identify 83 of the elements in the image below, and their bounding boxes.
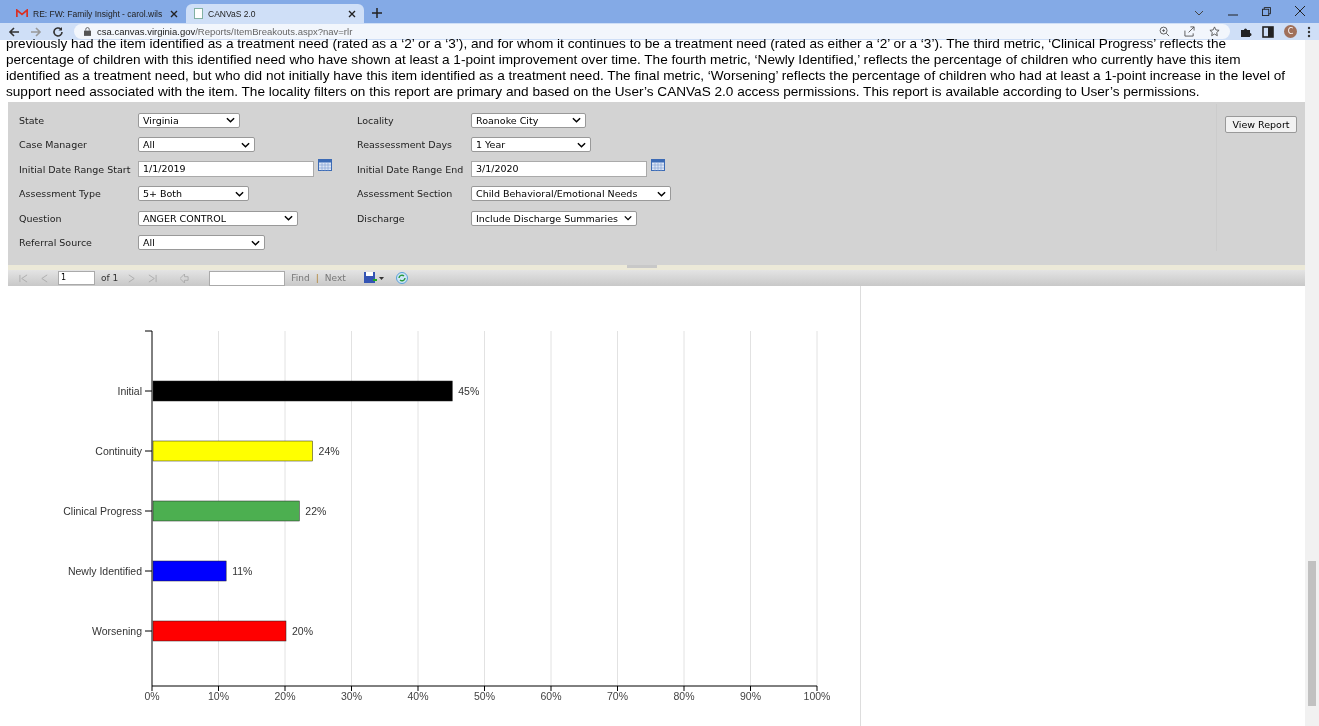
axis-tick-label: 10% [208,690,229,702]
dropdown[interactable]: Include Discharge Summaries [471,210,637,226]
sidebar-icon[interactable] [1262,25,1274,38]
profile-avatar[interactable]: C [1284,25,1297,38]
field-label: Assessment Type [19,188,102,200]
category-label: Clinical Progress [63,505,142,517]
axis-tick-label: 20% [274,690,296,702]
chevron-icon [235,190,244,197]
axis-tick-label: 70% [607,690,628,702]
share-icon[interactable] [1184,26,1195,37]
find-field[interactable] [209,270,286,286]
page-icon [194,8,203,19]
page-number-field[interactable]: 1 [58,271,95,285]
field-label: Question [19,212,63,224]
close-icon[interactable] [348,9,356,18]
browser-tab[interactable]: CANVaS 2.0 [186,4,364,23]
back-icon[interactable] [8,25,20,38]
menu-icon[interactable] [1307,25,1311,38]
view-report-button[interactable]: View Report [1225,116,1297,133]
dropdown[interactable]: ANGER CONTROL [138,210,298,226]
field-label: State [19,114,46,126]
lock-icon [84,27,91,36]
axis-tick-label: 90% [740,690,761,702]
category-label: Newly Identified [67,565,142,577]
category-label: Worsening [92,625,142,637]
axis-tick-label: 0% [144,690,160,702]
scrollbar[interactable] [1305,40,1319,726]
dropdown[interactable]: All [138,235,265,251]
field-label: Referral Source [19,237,93,249]
chevron-icon [251,239,260,246]
axis-tick-label: 80% [673,690,695,702]
description-text: previously had the item identified as a treatment need (rated as a ‘2’ or a ‘3’), and for whom it continues to be a treatment need (rated as either a ‘2’ or a ‘3’). The third metric, ‘Clinical Progress’ reflects the percentage of children with this identified need who have shown at least a 1-point improvement over time. The fourth metric, ‘Newly Identified,’ reflects the percentage of children who currently have this item identified as a treatment need, but who did not initially have this item identified as a treatment need. The final metric, ‘Worsening’ reflects the percentage of children who had at least a 1-point increase in the level of support need associated with the item. The locality filters on this report are primary and based on the User’s CANVaS 2.0 access permissions. This report is available according to User’s permissions. [6,36,1287,100]
date-field[interactable]: 1/1/2019 [138,161,314,178]
calendar-icon[interactable] [318,159,332,172]
dropdown[interactable]: 1 Year [471,137,591,153]
reload-icon[interactable] [52,25,64,38]
restore-icon[interactable] [1262,7,1271,16]
chevron-icon [623,215,632,222]
separator: | [315,273,319,283]
date-field[interactable]: 3/1/2020 [471,161,647,178]
field-label: Case Manager [19,139,88,151]
chevron-icon [241,141,250,148]
dropdown[interactable]: All [138,137,255,153]
chevron-icon [572,117,581,124]
dropdown[interactable]: Roanoke City [471,112,586,128]
chevron-icon [226,117,235,124]
value-label: 11% [232,565,253,577]
field-label: Locality [357,114,395,126]
dropdown[interactable]: Child Behavioral/Emotional Needs [471,186,671,202]
mail-icon [16,9,28,18]
category-label: Continuity [95,445,142,457]
value-label: 22% [305,505,327,517]
field-label: Initial Date Range End [357,163,465,175]
dropdown[interactable]: Virginia [138,112,240,128]
address-field[interactable]: csa.canvas.virginia.gov/Reports/ItemBreakouts.aspx?nav=rlr [74,24,1230,39]
dropdown[interactable]: 5+ Both [138,186,249,202]
value-label: 24% [318,445,340,457]
save-icon[interactable] [363,272,384,284]
axis-tick-label: 40% [407,690,429,702]
axis-tick-label: 50% [474,690,495,702]
value-label: 20% [292,625,313,637]
chevron-icon[interactable] [1194,10,1204,16]
field-label: Initial Date Range Start [19,163,132,175]
page-count: of 1 [101,273,119,283]
chevron-icon [657,190,666,197]
refresh-icon[interactable] [395,272,408,284]
zoom-icon[interactable] [1159,26,1170,37]
chevron-icon [284,215,293,222]
star-icon[interactable] [1209,26,1220,37]
field-label: Assessment Section [357,188,454,200]
field-label: Discharge [357,212,406,224]
value-label: 45% [458,385,480,397]
calendar-icon[interactable] [651,159,665,172]
axis-tick-label: 30% [341,690,362,702]
close-icon[interactable] [170,9,178,18]
chevron-icon [577,141,586,148]
category-label: Initial [117,385,142,397]
close-icon[interactable] [1295,6,1305,16]
axis-tick-label: 60% [540,690,562,702]
new-tab-icon[interactable] [372,8,382,18]
field-label: Reassessment Days [357,139,454,151]
browser-tab[interactable]: RE: FW: Family Insight - carol.wils [8,4,186,23]
axis-tick-label: 100% [803,690,831,702]
